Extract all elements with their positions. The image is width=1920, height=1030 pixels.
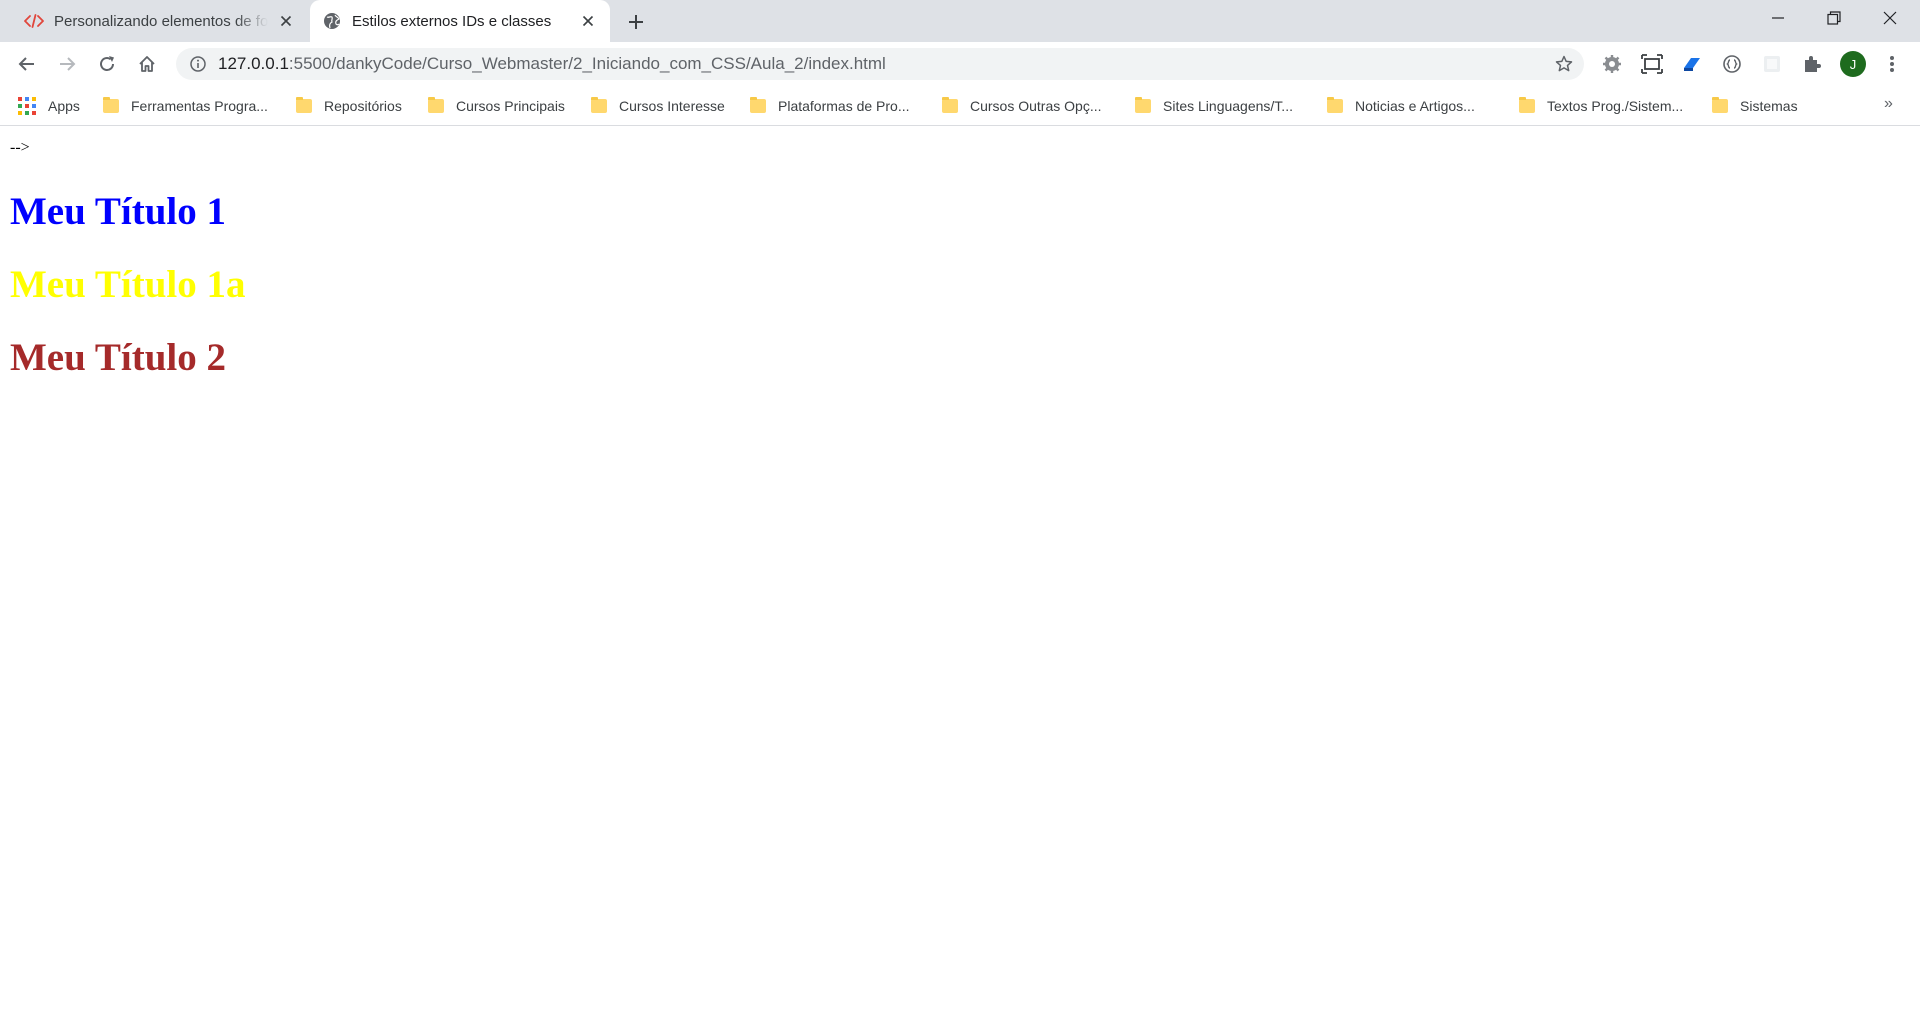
folder-icon (1712, 97, 1728, 113)
bookmark-label: Cursos Principais (456, 98, 565, 114)
tab-title: Personalizando elementos de for (54, 12, 268, 30)
kebab-menu-icon[interactable] (1880, 52, 1904, 76)
tab-personalizando[interactable]: Personalizando elementos de for (12, 0, 308, 42)
folder-icon (103, 97, 119, 113)
bookmarks-overflow-icon[interactable]: » (1884, 95, 1893, 113)
code-icon (24, 11, 44, 31)
blue-extension-icon[interactable] (1680, 52, 1704, 76)
bookmark-label: Textos Prog./Sistem... (1547, 98, 1684, 114)
restore-button[interactable] (1806, 0, 1862, 36)
puzzle-extensions-icon[interactable] (1800, 52, 1824, 76)
bookmark-apps[interactable]: Apps (18, 95, 80, 117)
bookmark-star-icon[interactable] (1552, 52, 1576, 76)
tab-estilos-externos[interactable]: Estilos externos IDs e classes (310, 0, 610, 42)
bookmark-label: Sistemas (1740, 98, 1798, 114)
folder-icon (1327, 97, 1343, 113)
forward-button[interactable] (51, 48, 83, 80)
bookmark-label: Noticias e Artigos... (1355, 98, 1475, 114)
bookmark-label: Repositórios (324, 98, 402, 114)
bookmark-folder-ferramentas[interactable]: Ferramentas Progra... (103, 95, 268, 117)
bookmark-folder-repositorios[interactable]: Repositórios (296, 95, 402, 117)
bookmark-label: Sites Linguagens/T... (1163, 98, 1293, 114)
bookmark-folder-cursos-outras[interactable]: Cursos Outras Opç... (942, 95, 1101, 117)
folder-icon (296, 97, 312, 113)
profile-avatar[interactable]: J (1840, 51, 1866, 77)
bookmark-label: Plataformas de Pro... (778, 98, 910, 114)
close-tab-icon[interactable] (576, 9, 600, 33)
close-tab-icon[interactable] (274, 9, 298, 33)
folder-icon (591, 97, 607, 113)
bookmark-folder-noticias[interactable]: Noticias e Artigos... (1327, 95, 1475, 117)
gear-extension-icon[interactable] (1600, 52, 1624, 76)
close-window-button[interactable] (1862, 0, 1918, 36)
address-bar[interactable]: 127.0.0.1:5500/dankyCode/Curso_Webmaster… (176, 48, 1584, 80)
url-path: :5500/dankyCode/Curso_Webmaster/2_Inicia… (288, 54, 886, 73)
folder-icon (1519, 97, 1535, 113)
folder-icon (750, 97, 766, 113)
screenshot-extension-icon[interactable] (1640, 52, 1664, 76)
heading-titulo-2: Meu Título 2 (10, 336, 226, 379)
folder-icon (1135, 97, 1151, 113)
bookmark-label: Cursos Outras Opç... (970, 98, 1102, 114)
info-icon[interactable] (188, 54, 208, 74)
bookmark-label: Cursos Interesse (619, 98, 725, 114)
bookmark-folder-textos[interactable]: Textos Prog./Sistem... (1519, 95, 1683, 117)
heading-titulo-1a: Meu Título 1a (10, 263, 246, 306)
apps-grid-icon (18, 97, 36, 115)
blank-extension-icon[interactable] (1760, 52, 1784, 76)
json-extension-icon[interactable] (1720, 52, 1744, 76)
back-button[interactable] (11, 48, 43, 80)
bookmark-folder-plataformas[interactable]: Plataformas de Pro... (750, 95, 910, 117)
page-content: --> Meu Título 1 Meu Título 1a Meu Títul… (0, 127, 1920, 1030)
minimize-button[interactable] (1750, 0, 1806, 36)
bookmark-label: Apps (48, 98, 80, 114)
new-tab-button[interactable] (622, 8, 650, 36)
folder-icon (942, 97, 958, 113)
bookmark-folder-cursos-principais[interactable]: Cursos Principais (428, 95, 565, 117)
home-button[interactable] (131, 48, 163, 80)
bookmark-folder-sites-linguagens[interactable]: Sites Linguagens/T... (1135, 95, 1293, 117)
folder-icon (428, 97, 444, 113)
browser-toolbar: 127.0.0.1:5500/dankyCode/Curso_Webmaster… (0, 42, 1920, 86)
bookmark-folder-sistemas[interactable]: Sistemas (1712, 95, 1798, 117)
bookmark-folder-cursos-interesse[interactable]: Cursos Interesse (591, 95, 725, 117)
tab-title: Estilos externos IDs e classes (352, 12, 552, 30)
url-host: 127.0.0.1 (218, 54, 289, 73)
bookmarks-bar: Apps Ferramentas Progra... Repositórios … (0, 86, 1920, 126)
heading-titulo-1: Meu Título 1 (10, 190, 226, 233)
tab-strip: Personalizando elementos de for Estilos … (0, 0, 1920, 42)
bookmark-label: Ferramentas Progra... (131, 98, 268, 114)
stray-comment-text: --> (10, 139, 30, 156)
reload-button[interactable] (91, 48, 123, 80)
globe-icon (322, 11, 342, 31)
url-text[interactable]: 127.0.0.1:5500/dankyCode/Curso_Webmaster… (218, 54, 886, 74)
